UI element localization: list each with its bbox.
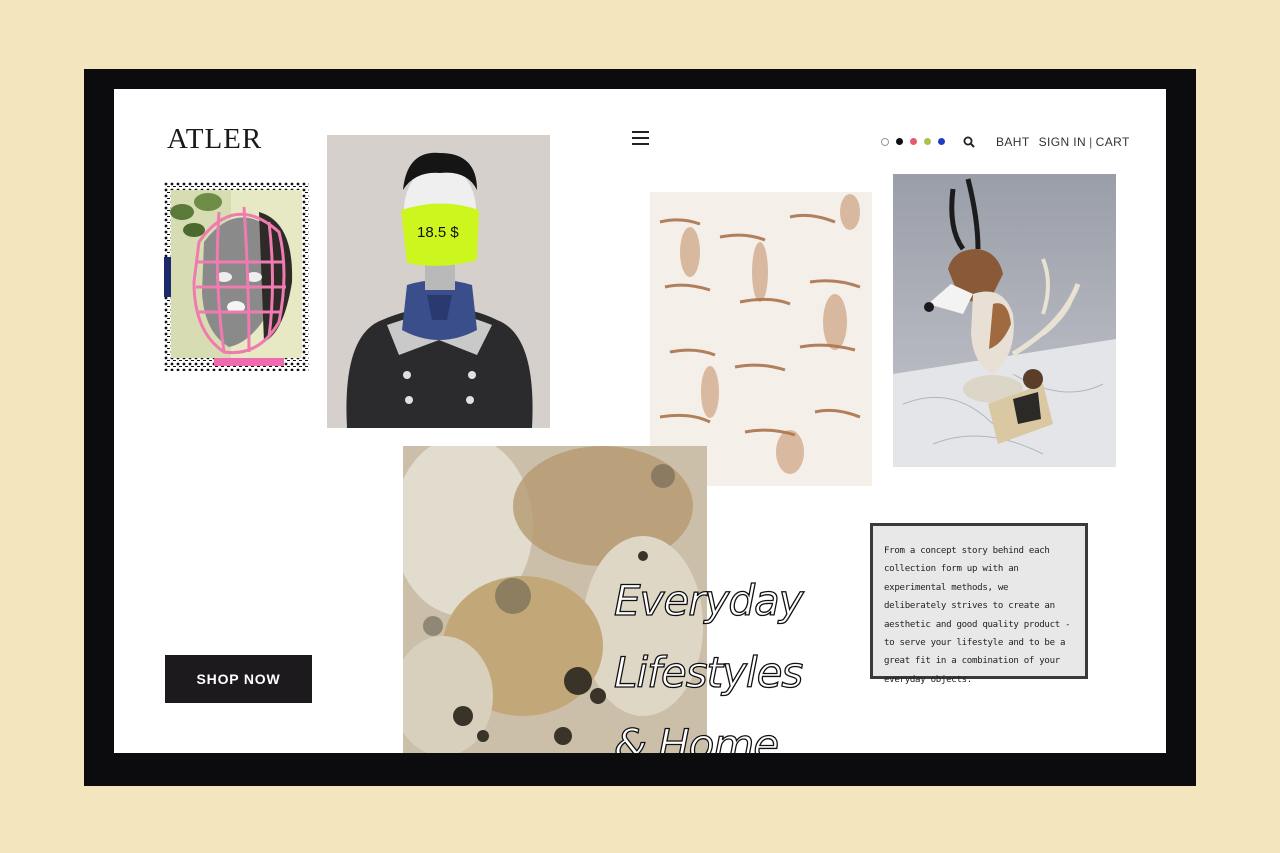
website-screen: ATLER 18.5 $ BAHT SIGN IN | CART Everyda… xyxy=(114,89,1166,753)
deer-sculpture-image[interactable] xyxy=(893,174,1116,467)
color-swatches xyxy=(881,138,945,146)
tagline-line-2: Lifestyles xyxy=(613,647,804,697)
sign-in-link[interactable]: SIGN IN xyxy=(1039,135,1086,149)
tagline-line-3: & Home xyxy=(613,719,779,753)
collage-art-image[interactable] xyxy=(164,182,309,371)
cart-link[interactable]: CART xyxy=(1096,135,1130,149)
description-box: From a concept story behind each collect… xyxy=(870,523,1088,685)
swatch-black[interactable] xyxy=(896,138,903,145)
swatch-white[interactable] xyxy=(881,138,889,146)
top-nav: BAHT SIGN IN | CART xyxy=(996,135,1130,149)
description-text: From a concept story behind each collect… xyxy=(884,546,1071,685)
tagline-line-1: Everyday xyxy=(613,575,804,625)
swatch-pink[interactable] xyxy=(910,138,917,145)
currency-selector[interactable]: BAHT xyxy=(996,135,1030,149)
menu-icon[interactable] xyxy=(632,131,649,145)
product-portrait-image[interactable]: 18.5 $ xyxy=(327,135,550,428)
hero-tagline: Everyday Lifestyles & Home xyxy=(613,565,804,753)
shop-now-button[interactable]: SHOP NOW xyxy=(165,655,312,703)
bark-texture-image[interactable] xyxy=(650,192,872,486)
swatch-blue[interactable] xyxy=(938,138,945,145)
nav-separator: | xyxy=(1089,135,1093,149)
swatch-lime[interactable] xyxy=(924,138,931,145)
price-tag: 18.5 $ xyxy=(417,224,459,241)
search-icon[interactable] xyxy=(963,136,975,148)
brand-logo[interactable]: ATLER xyxy=(167,123,262,156)
